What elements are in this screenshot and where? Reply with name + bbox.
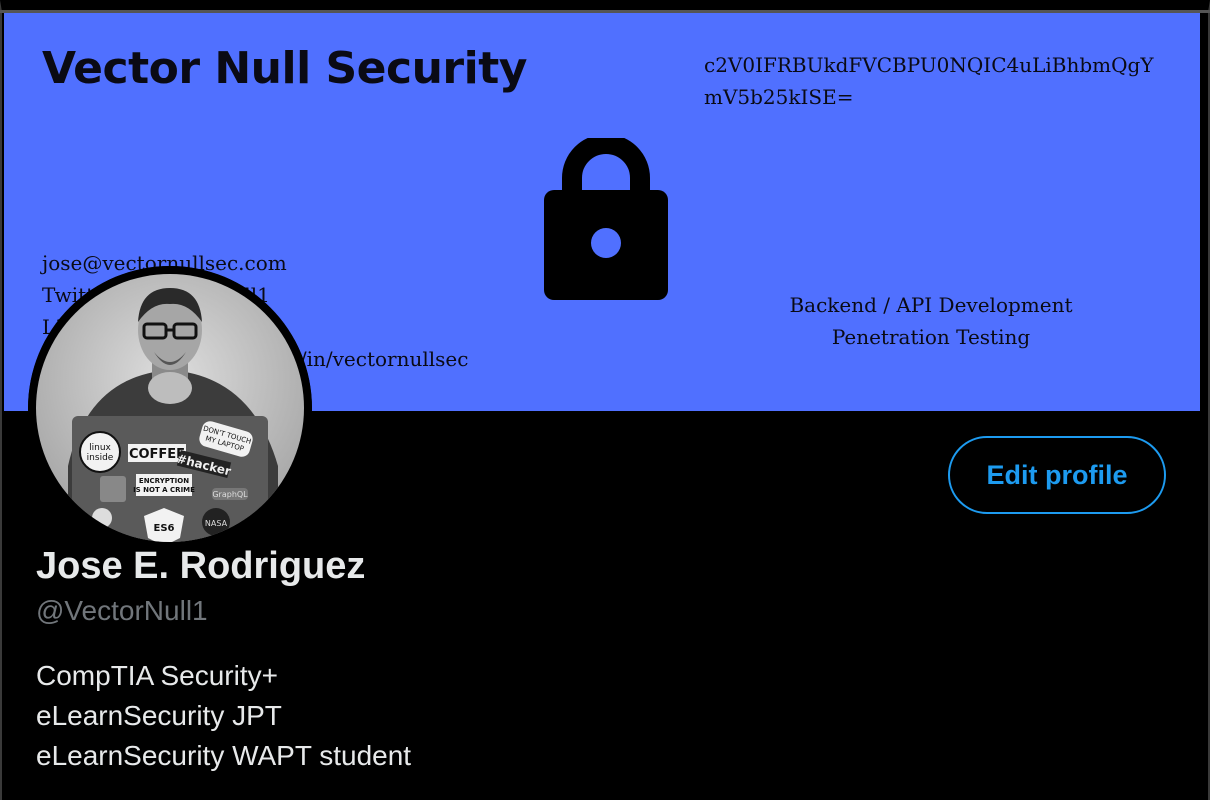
banner-specialties: Backend / API Development Penetration Te…: [736, 289, 1126, 353]
svg-text:ENCRYPTION: ENCRYPTION: [139, 477, 189, 485]
lock-icon: [544, 138, 668, 300]
profile-name: Jose E. Rodriguez: [36, 545, 366, 587]
svg-text:ES6: ES6: [154, 523, 175, 534]
avatar[interactable]: linux inside COFFEE #hacker DON'T TOUCH …: [28, 266, 312, 550]
banner-title: Vector Null Security: [42, 43, 527, 94]
svg-text:linux: linux: [89, 443, 111, 453]
svg-text:IS NOT A CRIME: IS NOT A CRIME: [133, 486, 195, 494]
contact-email: jose@vectornullsec.com: [42, 251, 287, 275]
profile-handle: @VectorNull1: [36, 595, 208, 626]
profile-bio: CompTIA Security+ eLearnSecurity JPT eLe…: [36, 656, 411, 776]
avatar-photo: linux inside COFFEE #hacker DON'T TOUCH …: [28, 266, 312, 550]
edit-profile-button[interactable]: Edit profile: [948, 436, 1166, 514]
specialty-item: Penetration Testing: [831, 325, 1031, 349]
svg-text:inside: inside: [87, 453, 114, 463]
specialty-item: Backend / API Development: [789, 293, 1073, 317]
bio-line: eLearnSecurity JPT: [36, 700, 282, 731]
bio-line: eLearnSecurity WAPT student: [36, 740, 412, 771]
svg-text:GraphQL: GraphQL: [212, 490, 248, 499]
svg-text:NASA: NASA: [205, 519, 228, 528]
bio-line: CompTIA Security+: [36, 660, 278, 691]
banner-encoded-text: c2V0IFRBUkdFVCBPU0NQIC4uLiBhbmQgYmV5b25k…: [704, 53, 1154, 109]
